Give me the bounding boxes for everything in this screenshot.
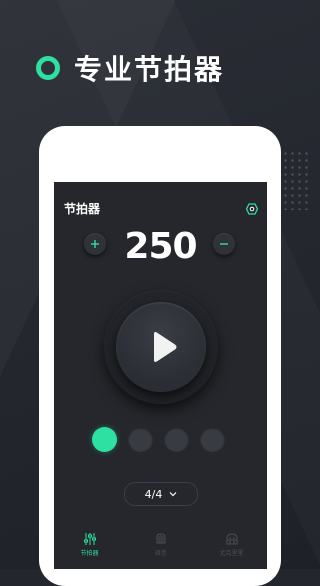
beat-dot-1[interactable] [92,427,117,452]
app-title: 节拍器 [64,202,101,216]
tab-label-tuner: 调音 [154,550,167,557]
beat-indicators [92,427,225,452]
ring-icon [36,56,60,80]
sliders-icon [83,533,96,545]
bpm-value: 250 [124,226,197,267]
play-icon [154,332,177,362]
minus-icon [220,243,228,245]
beat-dot-2[interactable] [128,427,153,452]
decrease-tempo-button[interactable] [213,233,235,255]
tab-label-ukulele: 尤克里里 [219,550,244,557]
time-signature-value: 4/4 [144,487,163,501]
app-screen: 节拍器 250 4/4 节拍器 调音 尤克里里 [54,182,267,569]
chevron-down-icon [169,492,177,497]
beat-dot-3[interactable] [164,427,189,452]
tab-bar: 节拍器 调音 尤克里里 [54,527,267,569]
hero-header: 专业节拍器 [36,48,224,88]
beat-dot-4[interactable] [200,427,225,452]
time-signature-select[interactable]: 4/4 [124,482,198,506]
play-button[interactable] [116,302,206,392]
hexagon-settings-icon[interactable] [245,200,259,215]
hero-title: 专业节拍器 [74,53,225,86]
ukulele-icon [226,533,237,545]
tab-label-metronome: 节拍器 [80,550,99,557]
tuner-icon [156,533,165,544]
tab-ukulele[interactable]: 尤克里里 [196,527,267,569]
dot-pattern [282,150,310,210]
tab-tuner[interactable]: 调音 [125,527,196,569]
tab-metronome[interactable]: 节拍器 [54,527,125,569]
play-dial [104,290,218,404]
